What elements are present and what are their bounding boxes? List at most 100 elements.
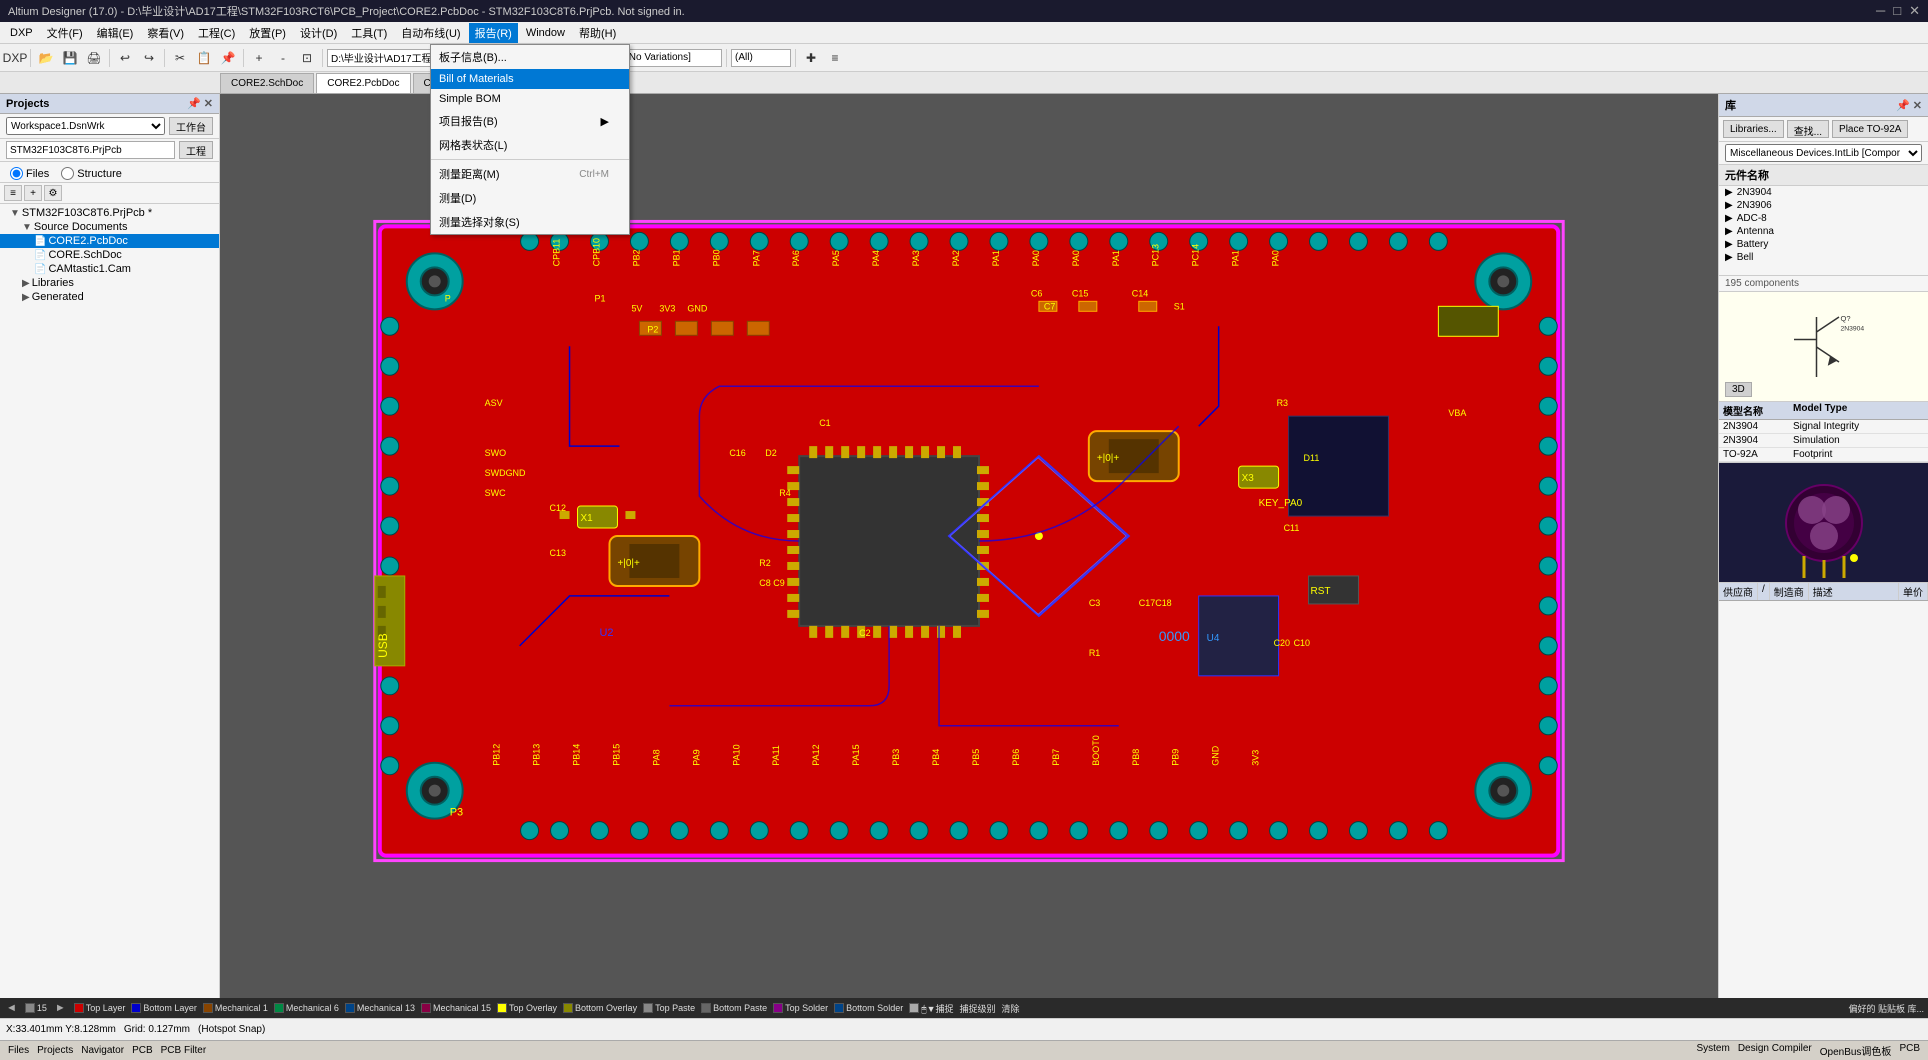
tb-copy[interactable]: 📋	[193, 47, 215, 69]
layer-bottom-solder[interactable]: Bottom Solder	[834, 1003, 903, 1013]
panel-close-right[interactable]: ✕	[1913, 99, 1922, 112]
menu-tools[interactable]: 工具(T)	[345, 23, 393, 43]
menu-help[interactable]: 帮助(H)	[573, 23, 622, 43]
tb-fit[interactable]: ⊡	[296, 47, 318, 69]
3d-view-button[interactable]: 3D	[1725, 382, 1752, 397]
layer-nav-left[interactable]: ◄	[4, 1002, 19, 1014]
openbus-status[interactable]: OpenBus调色板	[1820, 1043, 1892, 1058]
tree-camtastic[interactable]: 📄 CAMtastic1.Cam	[0, 262, 219, 276]
model-row-2[interactable]: 2N3904 Simulation	[1719, 434, 1928, 448]
design-compiler-status[interactable]: Design Compiler	[1738, 1043, 1812, 1058]
place-button[interactable]: Place TO-92A	[1832, 120, 1908, 138]
menu-edit[interactable]: 编辑(E)	[91, 23, 140, 43]
layer-top-paste[interactable]: Top Paste	[643, 1003, 695, 1013]
workspace-btn[interactable]: 工作台	[169, 117, 213, 135]
tb-paste[interactable]: 📌	[217, 47, 239, 69]
libraries-button[interactable]: Libraries...	[1723, 120, 1784, 138]
panel-pin-right[interactable]: 📌	[1896, 99, 1910, 112]
menu-dxp[interactable]: DXP	[4, 25, 39, 41]
menu-measure[interactable]: 测量(D)	[431, 186, 629, 210]
pcb-filter-tab-bottom[interactable]: PCB Filter	[161, 1045, 207, 1056]
tree-expand-btn[interactable]: +	[24, 185, 42, 201]
layer-favorites[interactable]: 偏好的 贴贴板 库...	[1848, 1002, 1924, 1015]
files-tab-bottom[interactable]: Files	[8, 1045, 29, 1056]
layer-bottom-paste[interactable]: Bottom Paste	[701, 1003, 767, 1013]
layer-bottom[interactable]: Bottom Layer	[131, 1003, 197, 1013]
tree-collapse-btn[interactable]: ≡	[4, 185, 22, 201]
tb-print[interactable]: 🖨	[83, 47, 105, 69]
close-button[interactable]: ✕	[1909, 3, 1920, 19]
pcb-tab-bottom[interactable]: PCB	[132, 1045, 153, 1056]
navigator-tab-bottom[interactable]: Navigator	[81, 1045, 124, 1056]
comp-battery[interactable]: ▶ Battery	[1719, 238, 1928, 251]
menu-view[interactable]: 察看(V)	[141, 23, 190, 43]
layer-mech6[interactable]: Mechanical 6	[274, 1003, 339, 1013]
menu-autoroute[interactable]: 自动布线(U)	[395, 23, 466, 43]
layer-top-solder[interactable]: Top Solder	[773, 1003, 828, 1013]
model-row-1[interactable]: 2N3904 Signal Integrity	[1719, 420, 1928, 434]
menu-file[interactable]: 文件(F)	[41, 23, 89, 43]
project-name-input[interactable]	[6, 141, 175, 159]
files-tab[interactable]: Files	[6, 165, 53, 182]
menu-window[interactable]: Window	[520, 25, 571, 41]
comp-antenna[interactable]: ▶ Antenna	[1719, 225, 1928, 238]
menu-project-reports[interactable]: 项目报告(B) ▶	[431, 109, 629, 133]
tb-redo[interactable]: ↪	[138, 47, 160, 69]
tb-dxp[interactable]: DXP	[4, 47, 26, 69]
tab-pcbDoc[interactable]: CORE2.PcbDoc	[316, 73, 410, 93]
tb-more[interactable]: ≡	[824, 47, 846, 69]
menu-measure-distance[interactable]: 测量距离(M) Ctrl+M	[431, 162, 629, 186]
maximize-button[interactable]: □	[1893, 3, 1901, 19]
tree-settings-btn[interactable]: ⚙	[44, 185, 62, 201]
comp-2n3904[interactable]: ▶ 2N3904	[1719, 186, 1928, 199]
minimize-button[interactable]: ─	[1876, 3, 1885, 19]
panel-close-icon[interactable]: ✕	[204, 97, 213, 110]
tb-open[interactable]: 📂	[35, 47, 57, 69]
layer-bottom-overlay[interactable]: Bottom Overlay	[563, 1003, 637, 1013]
tree-generated[interactable]: ▶ Generated	[0, 290, 219, 304]
layer-snap-level[interactable]: 捕捉级别	[960, 1002, 996, 1015]
menu-design[interactable]: 设计(D)	[294, 23, 343, 43]
tree-schdoc[interactable]: 📄 CORE.SchDoc	[0, 248, 219, 262]
menu-place[interactable]: 放置(P)	[243, 23, 292, 43]
menu-project[interactable]: 工程(C)	[192, 23, 241, 43]
layer-15[interactable]: 15	[25, 1003, 47, 1013]
all-input[interactable]: (All)	[731, 49, 791, 67]
variations-input[interactable]: [No Variations]	[622, 49, 722, 67]
layer-nav-right[interactable]: ►	[53, 1002, 68, 1014]
search-button[interactable]: 查找...	[1787, 120, 1829, 138]
projects-tab-bottom[interactable]: Projects	[37, 1045, 73, 1056]
tb-undo[interactable]: ↩	[114, 47, 136, 69]
comp-2n3906[interactable]: ▶ 2N3906	[1719, 199, 1928, 212]
menu-board-info[interactable]: 板子信息(B)...	[431, 45, 629, 69]
library-select[interactable]: Miscellaneous Devices.IntLib [Compor	[1725, 144, 1922, 162]
tree-libraries[interactable]: ▶ Libraries	[0, 276, 219, 290]
tree-project-root[interactable]: ▼ STM32F103C8T6.PrjPcb *	[0, 206, 219, 220]
menu-bill-of-materials[interactable]: Bill of Materials	[431, 69, 629, 89]
layer-extra1[interactable]: 🖱▼捕捉	[909, 1002, 953, 1015]
comp-bell[interactable]: ▶ Bell	[1719, 251, 1928, 264]
layer-mech1[interactable]: Mechanical 1	[203, 1003, 268, 1013]
tb-zoom-in[interactable]: +	[248, 47, 270, 69]
comp-adc8[interactable]: ▶ ADC-8	[1719, 212, 1928, 225]
tab-schDoc[interactable]: CORE2.SchDoc	[220, 73, 314, 93]
project-btn[interactable]: 工程	[179, 141, 213, 159]
tb-save[interactable]: 💾	[59, 47, 81, 69]
layer-top[interactable]: Top Layer	[74, 1003, 126, 1013]
tb-zoom-out[interactable]: -	[272, 47, 294, 69]
tree-pcbdoc[interactable]: 📄 CORE2.PcbDoc	[0, 234, 219, 248]
workspace-dropdown[interactable]: Workspace1.DsnWrk	[6, 117, 165, 135]
menu-net-status[interactable]: 网格表状态(L)	[431, 133, 629, 157]
system-status[interactable]: System	[1696, 1043, 1729, 1058]
layer-top-overlay[interactable]: Top Overlay	[497, 1003, 557, 1013]
layer-clear[interactable]: 清除	[1002, 1002, 1020, 1015]
structure-tab[interactable]: Structure	[57, 165, 126, 182]
pcb-status[interactable]: PCB	[1899, 1043, 1920, 1058]
tree-source-docs[interactable]: ▼ Source Documents	[0, 220, 219, 234]
tb-cross[interactable]: ✚	[800, 47, 822, 69]
tb-cut[interactable]: ✂	[169, 47, 191, 69]
layer-mech15[interactable]: Mechanical 15	[421, 1003, 491, 1013]
menu-measure-selected[interactable]: 测量选择对象(S)	[431, 210, 629, 234]
model-row-3[interactable]: TO-92A Footprint	[1719, 448, 1928, 462]
panel-pin[interactable]: 📌	[187, 97, 201, 110]
